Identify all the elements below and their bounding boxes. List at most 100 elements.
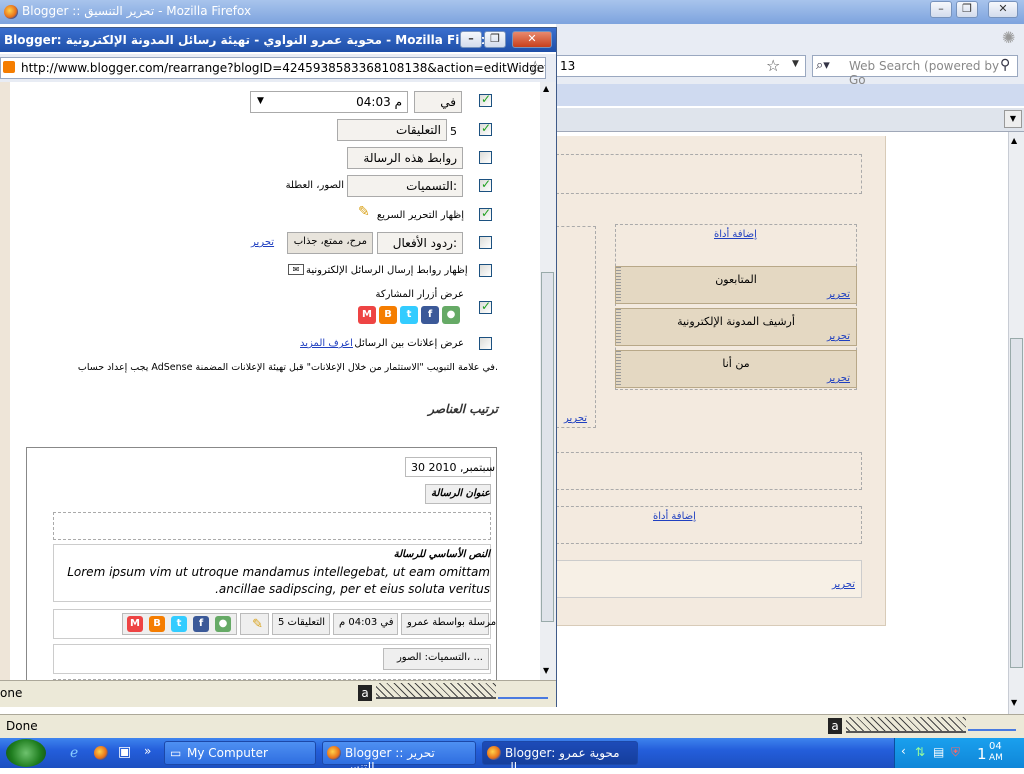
drag-handle[interactable]	[616, 267, 621, 303]
popup-titlebar: Blogger: محوية عمرو النواوي - تهيئة رسائ…	[0, 28, 556, 52]
drag-handle[interactable]	[616, 309, 621, 345]
labels-checkbox[interactable]	[479, 177, 492, 192]
scroll-up-icon[interactable]: ▲	[543, 84, 549, 93]
activity-graph	[376, 683, 496, 699]
preview-post-title[interactable]: عنوان الرسالة	[425, 484, 491, 504]
reactions-edit-link[interactable]: تحرير	[251, 237, 274, 248]
popup-bookmark-star-icon[interactable]: ☆	[528, 57, 542, 76]
preview-comments[interactable]: 5 التعليقات	[272, 613, 330, 635]
ie-icon[interactable]: ℯ	[70, 745, 78, 761]
gadget-blog-archive[interactable]: أرشيف المدونة الإلكترونية تحرير	[615, 308, 857, 346]
add-gadget-link[interactable]: إضافة أداة	[714, 229, 757, 240]
popup-restore-button[interactable]: ❐	[484, 31, 506, 48]
preview-date[interactable]: 30 سبتمبر, 2010	[405, 457, 495, 477]
gadget-title: المتابعون	[715, 273, 757, 286]
gadget-about-me[interactable]: من أنا تحرير	[615, 350, 857, 388]
quick-edit-checkbox[interactable]	[479, 206, 492, 221]
preview-body-line-2: .ancillae sadipscing, per et eius soluta…	[215, 582, 490, 596]
search-engine-icon[interactable]: ⌕▾	[816, 58, 830, 73]
preview-share-buttons[interactable]: M B t f ●	[122, 613, 237, 635]
learn-more-link[interactable]: اعرف المزيد	[300, 338, 353, 349]
time-checkbox[interactable]	[479, 92, 492, 107]
bookmark-star-icon[interactable]: ☆	[766, 56, 780, 75]
taskbar: ℯ ▣ » ▭ My Computer Blogger :: تحرير الت…	[0, 738, 1024, 774]
email-icon: ✉	[288, 264, 304, 275]
ads-checkbox[interactable]	[479, 337, 492, 350]
gadget-edit-link[interactable]: تحرير	[827, 289, 850, 300]
facebook-icon: f	[421, 306, 439, 324]
twitter-icon: t	[400, 306, 418, 324]
comments-checkbox[interactable]	[479, 121, 492, 136]
drag-handle[interactable]	[616, 351, 621, 387]
sidebar-section: إضافة أداة المتابعون تحرير أرشيف المدونة…	[615, 224, 857, 390]
progress-meter	[968, 721, 1016, 731]
restore-button[interactable]: ❐	[956, 1, 978, 18]
preview-posted-by[interactable]: مرسلة بواسطة عمرو...	[401, 613, 496, 635]
comments-label-field[interactable]: التعليقات	[337, 119, 447, 141]
add-gadget-link-2[interactable]: إضافة أداة	[653, 511, 696, 522]
taskbar-item-label: Blogger :: تحرير التنس...	[345, 746, 435, 774]
popup-url-bar[interactable]: http://www.blogger.com/rearrange?blogID=…	[0, 57, 546, 79]
taskbar-item-blogger-config[interactable]: Blogger: محوية عمرو ال...	[482, 741, 638, 774]
gadget-edit-link[interactable]: تحرير	[827, 373, 850, 384]
minimize-button[interactable]: –	[930, 1, 952, 18]
main-edit-link[interactable]: تحرير	[564, 413, 587, 424]
popup-content: في 04:03 م ▼ 5 التعليقات روابط هذه الرسا…	[0, 82, 540, 680]
computer-icon: ▭	[170, 746, 182, 760]
close-button[interactable]: ✕	[988, 1, 1018, 18]
scroll-down-icon[interactable]: ▼	[543, 666, 549, 675]
clock-time[interactable]: 04	[989, 741, 1002, 752]
taskbar-item-my-computer[interactable]: ▭ My Computer	[164, 741, 316, 765]
preview-quick-edit[interactable]: ✎	[240, 613, 269, 635]
addon-icon[interactable]: a	[828, 718, 842, 734]
reactions-label-field[interactable]: ردود الأفعال:	[377, 232, 463, 254]
popup-scroll-thumb[interactable]	[541, 272, 554, 622]
url-dropdown-icon[interactable]: ▼	[792, 59, 799, 69]
monitor-icon[interactable]: ▤	[933, 745, 944, 759]
reactions-checkbox[interactable]	[479, 236, 492, 249]
footer-section: تحرير	[556, 560, 862, 598]
backlinks-label-field[interactable]: روابط هذه الرسالة	[347, 147, 463, 169]
taskbar-item-label: My Computer	[187, 746, 268, 760]
popup-url-row: http://www.blogger.com/rearrange?blogID=…	[0, 54, 556, 82]
footer-edit-link[interactable]: تحرير	[832, 579, 855, 590]
firefox-quicklaunch-icon[interactable]	[94, 746, 108, 760]
popup-close-button[interactable]: ✕	[512, 31, 552, 48]
ads-label: عرض إعلانات بين الرسائل	[354, 338, 464, 349]
share-buttons-checkbox[interactable]	[479, 299, 492, 314]
preview-time[interactable]: في 04:03 م	[333, 613, 398, 635]
search-input[interactable]: Web Search (powered by Go	[812, 55, 1018, 87]
main-window-title: Blogger :: تحرير التنسيق - Mozilla Firef…	[22, 4, 252, 18]
reactions-value-field[interactable]: مرح، ممتع، جذاب	[287, 232, 373, 254]
preview-body[interactable]: النص الأساسي للرسالة Lorem ipsum vim ut …	[53, 544, 491, 602]
gadget-followers[interactable]: المتابعون تحرير	[615, 266, 857, 304]
security-icon[interactable]: ⛨	[951, 745, 960, 760]
time-prefix-field[interactable]: في	[414, 91, 462, 113]
tab-list-button[interactable]: ▼	[1004, 110, 1022, 128]
time-format-select[interactable]: 04:03 م ▼	[250, 91, 408, 113]
taskbar-item-blogger-layout[interactable]: Blogger :: تحرير التنس...	[322, 741, 476, 774]
arrange-heading: ترتيب العناصر	[428, 402, 498, 416]
explorer-icon[interactable]: ▣	[118, 744, 131, 760]
firefox-icon	[327, 746, 341, 760]
search-go-icon[interactable]: ⚲	[1000, 57, 1010, 73]
gadget-title: أرشيف المدونة الإلكترونية	[677, 315, 795, 328]
quicklaunch-more-icon[interactable]: »	[144, 744, 151, 758]
main-scrollbar[interactable]: ▲ ▼	[1008, 132, 1024, 714]
network-icon[interactable]: ⇅	[915, 745, 925, 759]
popup-minimize-button[interactable]: –	[460, 31, 482, 48]
firefox-icon	[4, 5, 18, 19]
popup-scrollbar[interactable]: ▲ ▼	[540, 82, 556, 680]
start-button[interactable]	[6, 739, 46, 767]
scroll-up-icon[interactable]: ▲	[1011, 136, 1017, 145]
tray-expand-icon[interactable]: ‹	[901, 744, 906, 758]
scroll-thumb[interactable]	[1010, 338, 1023, 668]
gadget-edit-link[interactable]: تحرير	[827, 331, 850, 342]
email-links-checkbox[interactable]	[479, 264, 492, 277]
preview-labels[interactable]: التسميات: الصور، ...	[383, 648, 489, 670]
backlinks-checkbox[interactable]	[479, 151, 492, 164]
addon-icon[interactable]: a	[358, 685, 372, 701]
labels-label-field[interactable]: التسميات:	[347, 175, 463, 197]
post-preview: 30 سبتمبر, 2010 عنوان الرسالة النص الأسا…	[26, 447, 497, 680]
scroll-down-icon[interactable]: ▼	[1011, 698, 1017, 707]
